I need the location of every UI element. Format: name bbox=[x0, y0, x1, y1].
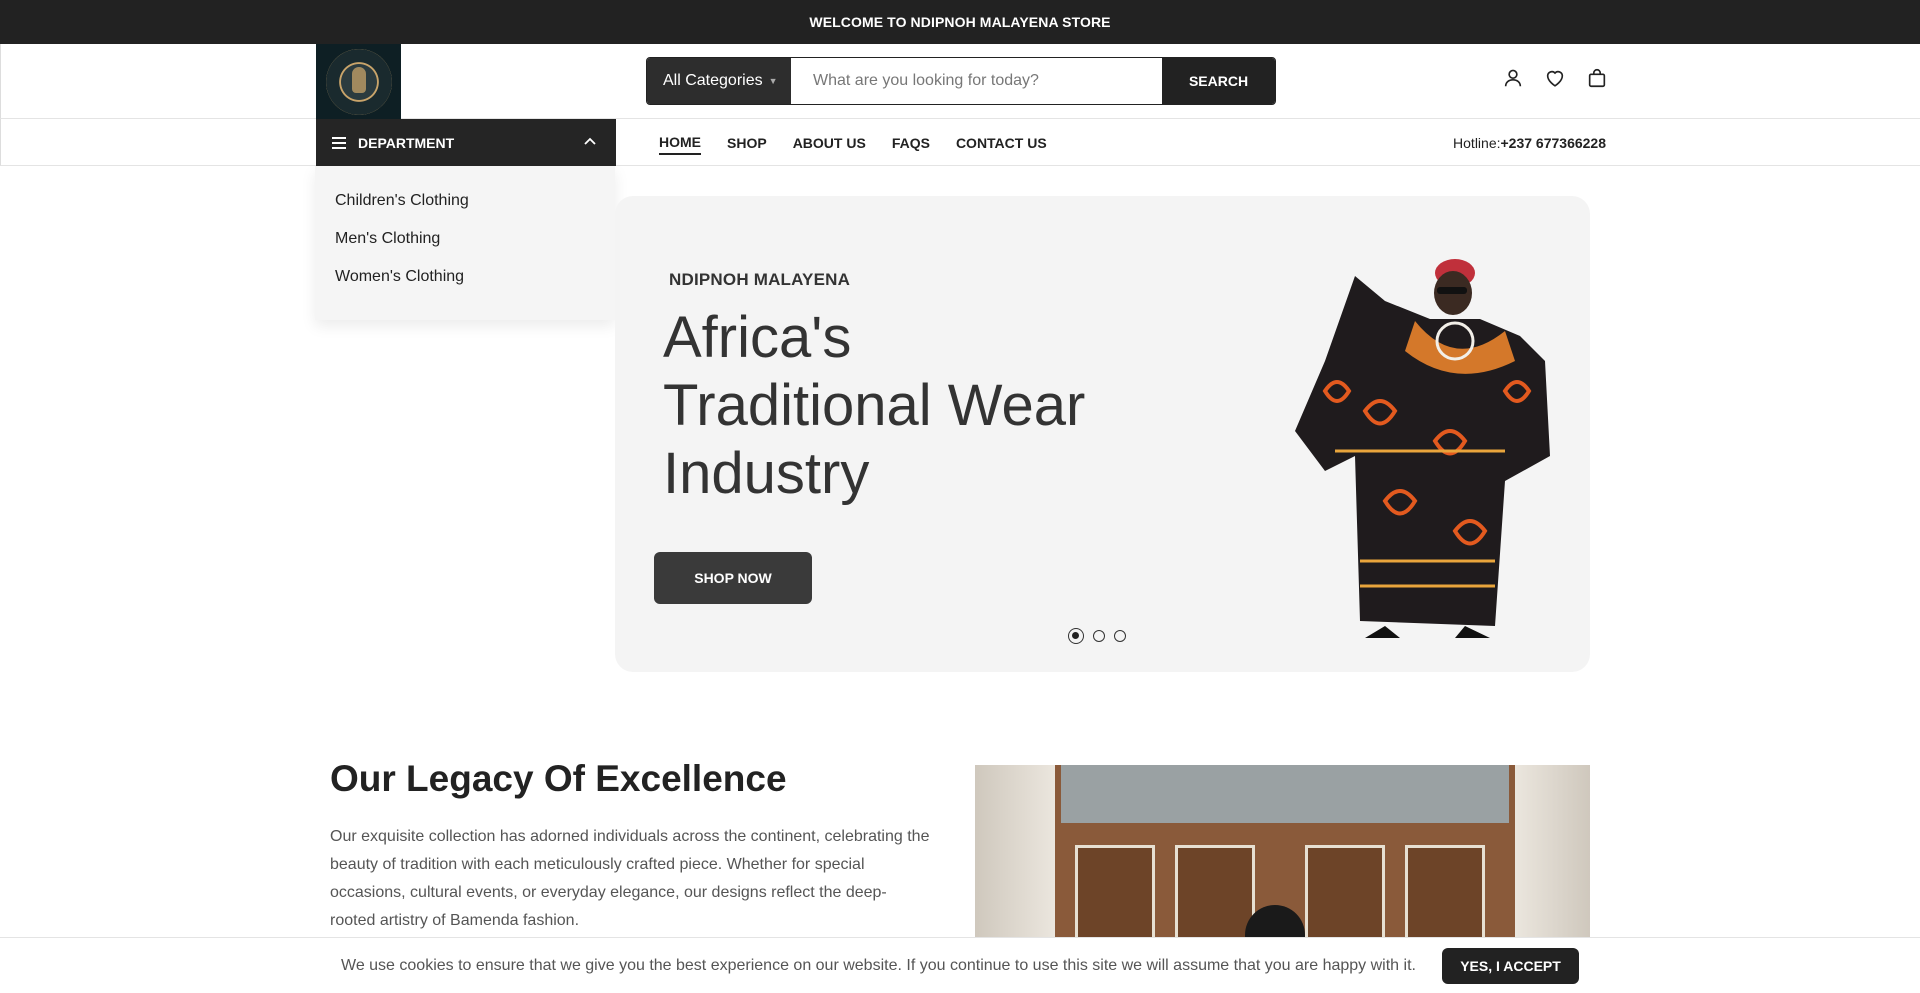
slider-dot-2[interactable] bbox=[1093, 630, 1105, 642]
department-toggle[interactable]: DEPARTMENT bbox=[316, 119, 616, 166]
cookie-bar: We use cookies to ensure that we give yo… bbox=[0, 937, 1920, 993]
main-nav: HOME SHOP ABOUT US FAQS CONTACT US bbox=[659, 119, 1047, 166]
cookie-message: We use cookies to ensure that we give yo… bbox=[341, 956, 1416, 974]
nav-link-about-us[interactable]: ABOUT US bbox=[793, 132, 866, 154]
legacy-description: Our exquisite collection has adorned ind… bbox=[330, 828, 930, 929]
slider-dot-1[interactable] bbox=[1068, 628, 1084, 644]
accept-cookies-button[interactable]: YES, I ACCEPT bbox=[1442, 948, 1579, 984]
hero-slider: NDIPNOH MALAYENA Africa's Traditional We… bbox=[615, 196, 1590, 672]
nav-row: DEPARTMENT HOME SHOP ABOUT US FAQS CONTA… bbox=[0, 119, 1920, 166]
nav-link-home[interactable]: HOME bbox=[659, 131, 701, 155]
hero-model-image bbox=[1295, 259, 1550, 638]
hotline-number[interactable]: +237 677366228 bbox=[1501, 135, 1607, 151]
welcome-topbar: WELCOME TO NDIPNOH MALAYENA STORE bbox=[0, 0, 1920, 44]
department-item-womens-clothing[interactable]: Women's Clothing bbox=[315, 266, 615, 304]
hotline: Hotline: +237 677366228 bbox=[1453, 119, 1606, 166]
site-header: All Categories ▼ SEARCH bbox=[0, 44, 1920, 119]
nav-link-faqs[interactable]: FAQS bbox=[892, 132, 930, 154]
department-label: DEPARTMENT bbox=[358, 134, 455, 151]
hotline-label: Hotline: bbox=[1453, 134, 1501, 151]
chevron-up-icon bbox=[584, 137, 596, 145]
department-menu: Children's Clothing Men's Clothing Women… bbox=[315, 166, 615, 320]
hero-brand: NDIPNOH MALAYENA bbox=[669, 270, 851, 289]
department-item-childrens-clothing[interactable]: Children's Clothing bbox=[315, 190, 615, 228]
nav-link-shop[interactable]: SHOP bbox=[727, 132, 767, 154]
bag-icon[interactable] bbox=[1585, 66, 1609, 90]
slider-dots bbox=[1068, 628, 1126, 644]
category-select[interactable]: All Categories ▼ bbox=[647, 58, 791, 104]
brand-logo[interactable] bbox=[316, 44, 401, 119]
hero-title: Africa's Traditional Wear Industry bbox=[663, 305, 1086, 506]
search-input[interactable] bbox=[791, 58, 1162, 104]
slider-dot-3[interactable] bbox=[1114, 630, 1126, 642]
search-button[interactable]: SEARCH bbox=[1162, 58, 1275, 104]
header-icons bbox=[1501, 66, 1609, 90]
category-select-label: All Categories bbox=[663, 72, 763, 89]
nav-link-contact-us[interactable]: CONTACT US bbox=[956, 132, 1047, 154]
shop-now-button[interactable]: SHOP NOW bbox=[654, 552, 812, 604]
department-item-mens-clothing[interactable]: Men's Clothing bbox=[315, 228, 615, 266]
heart-icon[interactable] bbox=[1543, 66, 1567, 90]
chevron-down-icon: ▼ bbox=[768, 76, 778, 86]
welcome-text: WELCOME TO NDIPNOH MALAYENA STORE bbox=[809, 14, 1111, 30]
logo-emblem-icon bbox=[325, 48, 392, 115]
menu-icon bbox=[332, 136, 346, 149]
user-icon[interactable] bbox=[1501, 66, 1525, 90]
search-bar: All Categories ▼ SEARCH bbox=[646, 57, 1276, 105]
legacy-title: Our Legacy Of Excellence bbox=[330, 758, 787, 799]
